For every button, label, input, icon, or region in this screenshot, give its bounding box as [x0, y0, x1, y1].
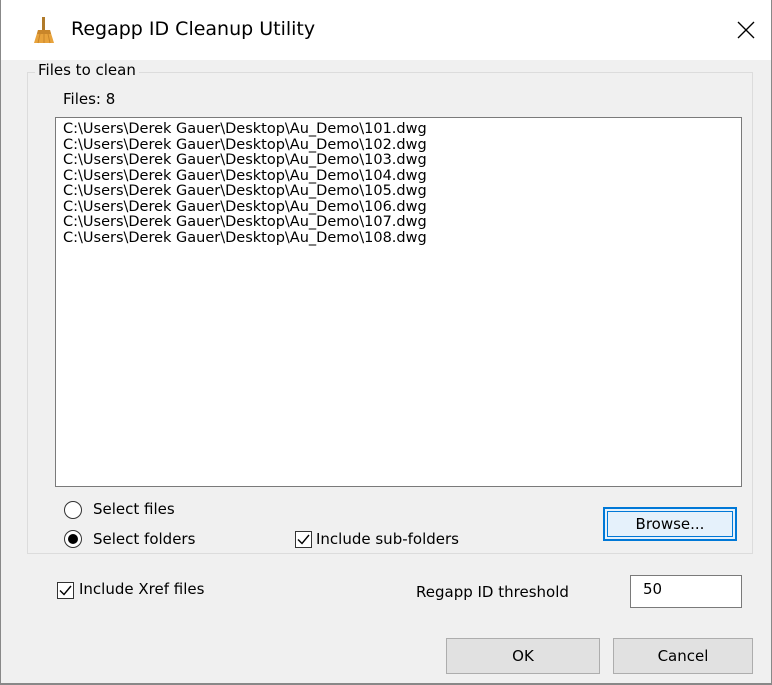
file-list-item[interactable]: C:\Users\Derek Gauer\Desktop\Au_Demo\101…	[63, 121, 741, 138]
threshold-label: Regapp ID threshold	[416, 583, 569, 601]
browse-button-focus-border	[607, 511, 733, 537]
threshold-input[interactable]: 50	[630, 575, 742, 608]
file-list-item[interactable]: C:\Users\Derek Gauer\Desktop\Au_Demo\106…	[63, 199, 741, 216]
select-files-radio[interactable]	[64, 501, 82, 519]
files-group-legend: Files to clean	[35, 61, 139, 79]
window-title: Regapp ID Cleanup Utility	[71, 18, 316, 40]
select-folders-radio[interactable]	[64, 530, 82, 548]
files-count-label: Files: 8	[63, 90, 116, 108]
file-list-item[interactable]: C:\Users\Derek Gauer\Desktop\Au_Demo\108…	[63, 230, 741, 247]
title-bar: Regapp ID Cleanup Utility	[1, 0, 771, 60]
select-files-label: Select files	[93, 500, 175, 518]
include-subfolders-checkbox[interactable]	[295, 531, 312, 548]
select-folders-label: Select folders	[93, 530, 196, 548]
broom-icon	[34, 17, 54, 44]
file-list-item[interactable]: C:\Users\Derek Gauer\Desktop\Au_Demo\102…	[63, 137, 741, 154]
file-list[interactable]: C:\Users\Derek Gauer\Desktop\Au_Demo\101…	[55, 117, 742, 487]
file-list-item[interactable]: C:\Users\Derek Gauer\Desktop\Au_Demo\104…	[63, 168, 741, 185]
checkmark-icon	[297, 534, 310, 545]
browse-button[interactable]: Browse...	[603, 507, 737, 541]
cancel-button-label: Cancel	[657, 647, 709, 665]
include-subfolders-label: Include sub-folders	[316, 530, 459, 548]
file-list-item[interactable]: C:\Users\Derek Gauer\Desktop\Au_Demo\103…	[63, 152, 741, 169]
close-button[interactable]	[728, 12, 764, 48]
cancel-button[interactable]: Cancel	[613, 638, 753, 674]
include-xref-checkbox[interactable]	[57, 582, 74, 599]
file-list-item[interactable]: C:\Users\Derek Gauer\Desktop\Au_Demo\107…	[63, 214, 741, 231]
ok-button[interactable]: OK	[446, 638, 600, 674]
ok-button-label: OK	[512, 647, 534, 665]
regapp-cleanup-dialog: Regapp ID Cleanup Utility Files to clean…	[0, 0, 772, 685]
include-xref-label: Include Xref files	[79, 580, 205, 598]
file-list-item[interactable]: C:\Users\Derek Gauer\Desktop\Au_Demo\105…	[63, 183, 741, 200]
close-icon	[737, 21, 755, 39]
checkmark-icon	[59, 585, 72, 596]
